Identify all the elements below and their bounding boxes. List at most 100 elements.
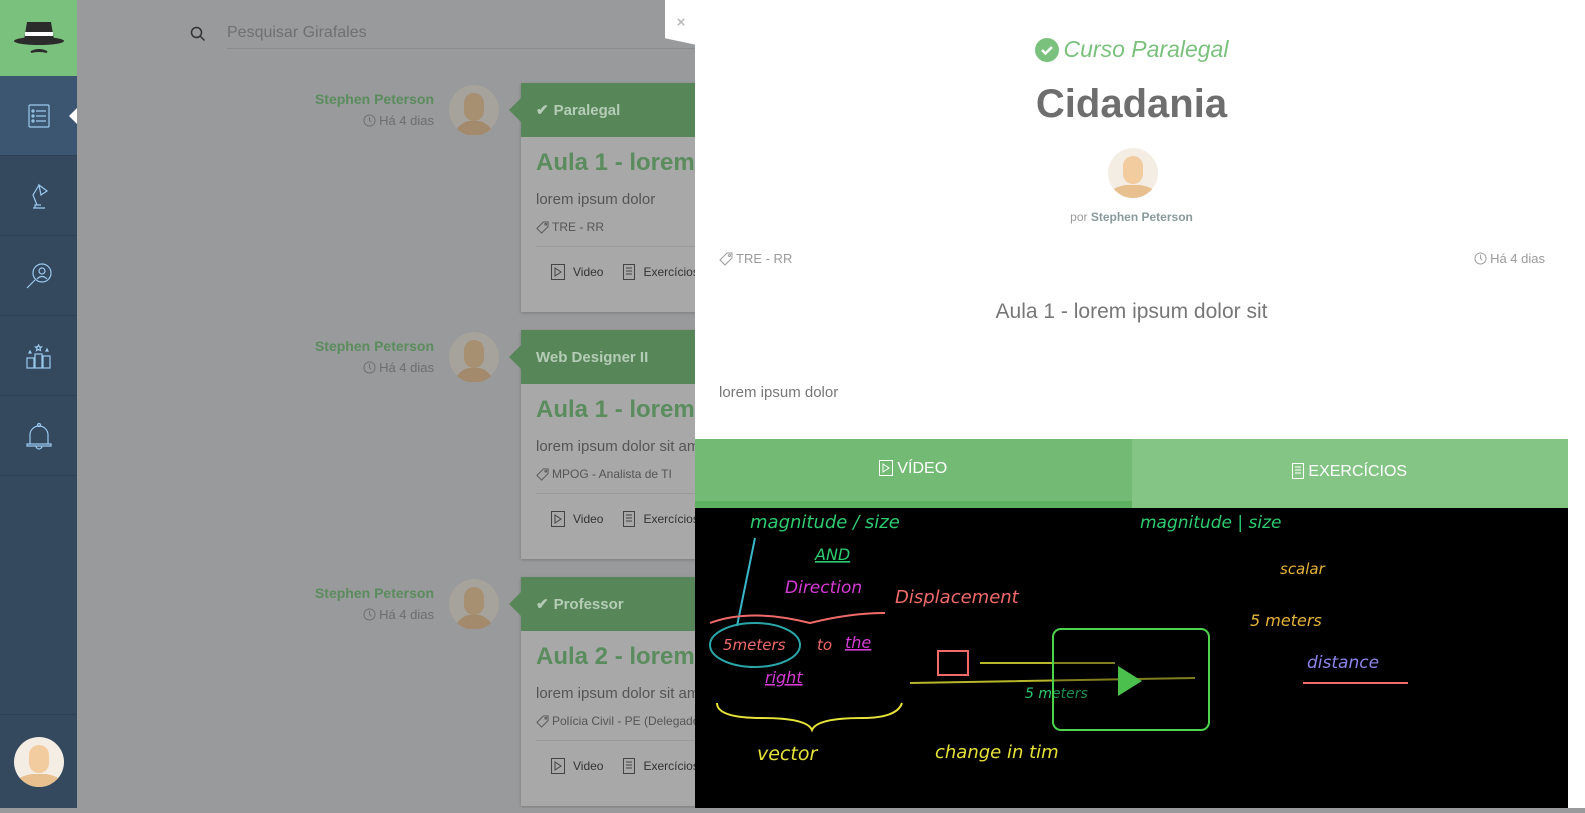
lesson-card[interactable]: ✔Professor Aula 2 - lorem ipsum lorem ip… — [509, 577, 695, 806]
card-tag: MPOG - Analista de TI — [536, 455, 695, 494]
lesson-tag: TRE - RR — [719, 251, 792, 266]
sidebar-item-search-teachers[interactable] — [0, 236, 77, 316]
video-text: vector — [757, 743, 818, 765]
entry-meta: Stephen Peterson Há 4 dias — [315, 91, 434, 128]
video-label: Video — [573, 512, 604, 526]
card-actions: Video Exercícios — [521, 741, 695, 791]
page-edge — [1568, 0, 1585, 808]
play-button[interactable] — [1052, 628, 1210, 731]
course-label: Curso Paralegal — [695, 36, 1568, 63]
lesson-tabs: VÍDEO EXERCÍCIOS — [695, 439, 1568, 508]
author-name[interactable]: Stephen Peterson — [315, 91, 434, 107]
bell-icon — [25, 422, 52, 450]
course-name: Web Designer II — [536, 348, 649, 366]
card-title: Aula 2 - lorem ipsum — [536, 643, 695, 670]
entry-meta: Stephen Peterson Há 4 dias — [315, 585, 434, 622]
course-name: Paralegal — [553, 101, 621, 119]
tag-icon — [536, 220, 549, 234]
video-player[interactable]: magnitude / size AND Direction Displacem… — [695, 508, 1568, 808]
video-thumbnail: magnitude / size AND Direction Displacem… — [709, 512, 1408, 765]
hat-logo-icon — [13, 22, 64, 53]
play-box-icon — [551, 264, 565, 280]
exercises-link[interactable]: Exercícios — [623, 264, 695, 280]
video-text: magnitude | size — [1140, 513, 1281, 533]
avatar — [449, 85, 499, 140]
search-icon — [190, 26, 206, 41]
tag-text: Polícia Civil - PE (Delegado) — [552, 714, 695, 728]
list-icon — [27, 103, 50, 128]
video-text: scalar — [1280, 560, 1326, 578]
video-text: Displacement — [895, 587, 1020, 608]
tab-exercises[interactable]: EXERCÍCIOS — [1131, 439, 1568, 508]
entry-meta: Stephen Peterson Há 4 dias — [315, 338, 434, 375]
sidebar-item-notifications[interactable] — [0, 396, 77, 476]
lesson-panel-title: Cidadania — [1035, 82, 1228, 126]
entry-time: Há 4 dias — [315, 360, 434, 375]
entry-time: Há 4 dias — [315, 113, 434, 128]
tag-text: MPOG - Analista de TI — [552, 467, 672, 481]
video-link[interactable]: Video — [551, 511, 603, 527]
lamp-icon — [31, 183, 48, 209]
play-box-icon — [551, 758, 565, 774]
by-prefix: por — [1070, 210, 1088, 224]
sidebar — [0, 0, 77, 808]
card-description: lorem ipsum dolor sit amet — [536, 685, 695, 702]
ranking-icon — [25, 343, 51, 369]
sidebar-item-feed[interactable] — [0, 76, 77, 156]
feed-entry: Stephen Peterson Há 4 dias Web Designer … — [77, 330, 695, 570]
sidebar-item-courses[interactable] — [0, 156, 77, 236]
feed-entry: Stephen Peterson Há 4 dias ✔ Professor Au… — [77, 577, 695, 808]
exercise-list-icon — [623, 264, 636, 280]
author-link[interactable]: Stephen Peterson — [1091, 210, 1193, 224]
video-text: the — [845, 633, 871, 652]
clock-icon — [363, 361, 376, 374]
card-tag: TRE - RR — [536, 208, 695, 247]
avatar — [449, 579, 499, 634]
video-text: to — [817, 636, 832, 654]
time-text: Há 4 dias — [379, 607, 434, 622]
lesson-card[interactable]: Web Designer II Aula 1 - lorem ipsum dol… — [509, 330, 695, 559]
sidebar-item-ranking[interactable] — [0, 316, 77, 396]
lesson-card[interactable]: ✔Paralegal Aula 1 - lorem ipsum dolor si… — [509, 83, 695, 312]
video-text: magnitude / size — [750, 512, 900, 533]
search-input[interactable] — [227, 18, 695, 49]
entry-time: Há 4 dias — [315, 607, 434, 622]
lesson-time: Há 4 dias — [1474, 251, 1545, 266]
video-text: distance — [1307, 653, 1379, 673]
card-actions: Video Exercícios — [521, 494, 695, 544]
video-label: Video — [573, 759, 604, 773]
video-text: 5 meters — [1250, 611, 1322, 630]
exercises-link[interactable]: Exercícios — [623, 511, 695, 527]
user-avatar-button[interactable] — [0, 714, 77, 808]
avatar — [449, 332, 499, 387]
check-circle-icon — [1034, 37, 1059, 62]
author-name[interactable]: Stephen Peterson — [315, 585, 434, 601]
video-link[interactable]: Video — [551, 264, 603, 280]
clock-icon — [363, 608, 376, 621]
tab-exercises-label: EXERCÍCIOS — [1308, 463, 1408, 480]
tab-video-label: VÍDEO — [897, 460, 948, 477]
card-course: ✔ Professor — [509, 577, 695, 631]
card-tag: Polícia Civil - PE (Delegado) — [536, 702, 695, 741]
video-link[interactable]: Video — [551, 758, 603, 774]
search-person-icon — [26, 262, 52, 288]
lesson-panel: Curso Paralegal Cidadania por Stephen Pe… — [695, 0, 1568, 808]
author-name[interactable]: Stephen Peterson — [315, 338, 434, 354]
close-panel-button[interactable]: × — [665, 0, 697, 45]
logo[interactable] — [0, 0, 77, 76]
video-text: Direction — [785, 578, 862, 598]
avatar — [13, 736, 64, 787]
exercises-link[interactable]: Exercícios — [623, 758, 695, 774]
time-text: Há 4 dias — [379, 113, 434, 128]
time-text: Há 4 dias — [1490, 251, 1545, 266]
card-description: lorem ipsum dolor sit amet — [536, 438, 695, 455]
video-text: AND — [814, 545, 850, 564]
author-line: por Stephen Peterson — [695, 210, 1568, 224]
check-icon: ✔ — [536, 102, 549, 119]
tag-icon — [536, 467, 549, 481]
time-text: Há 4 dias — [379, 360, 434, 375]
tab-video[interactable]: VÍDEO — [695, 439, 1132, 508]
check-icon: ✔ — [536, 596, 549, 613]
tag-text: TRE - RR — [736, 251, 793, 266]
card-description: lorem ipsum dolor — [536, 191, 656, 208]
